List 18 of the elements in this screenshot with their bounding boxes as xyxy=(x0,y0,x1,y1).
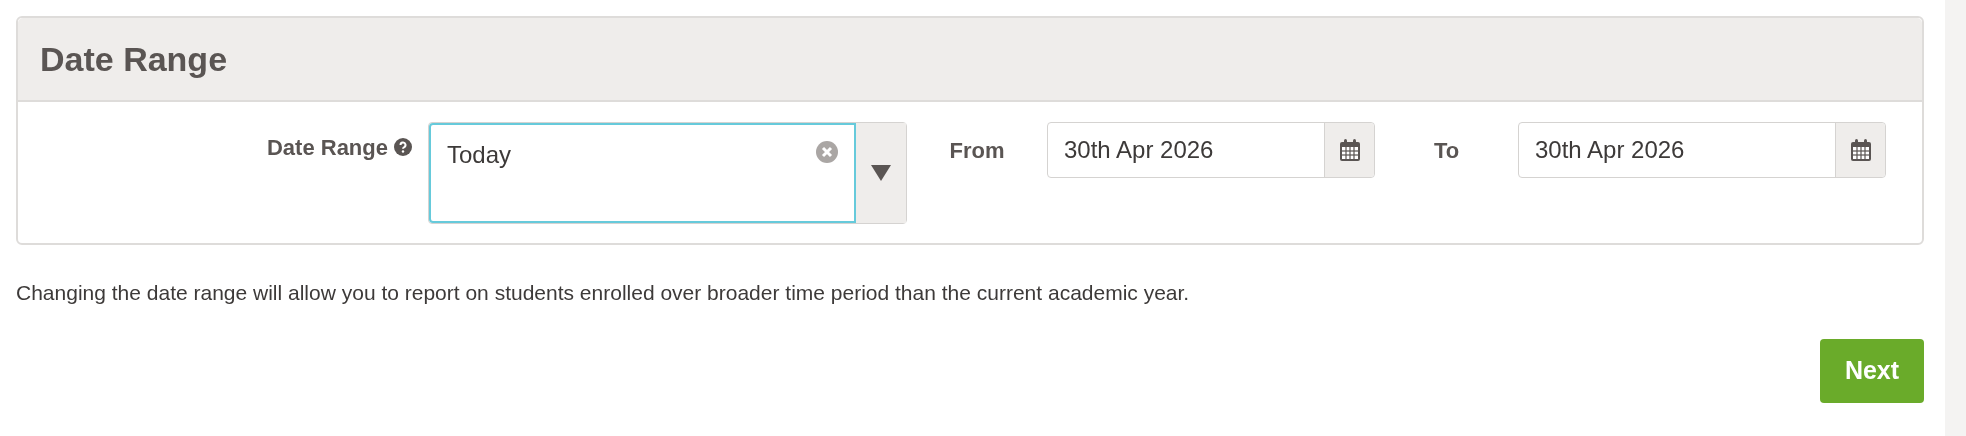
panel-title: Date Range xyxy=(40,38,228,80)
caret-icon xyxy=(871,165,891,181)
field-label: Date Range xyxy=(266,133,388,162)
dropdown-button[interactable] xyxy=(856,123,906,223)
help-text: Changing the date range will allow you to report on students enrolled over broader time period than the current academic year. xyxy=(16,280,1191,306)
help-icon xyxy=(394,138,412,156)
calendar-button[interactable] xyxy=(1324,123,1374,177)
calendar-icon xyxy=(1338,138,1361,162)
field-label: To xyxy=(1433,136,1460,165)
date-field[interactable]: 30th Apr 2026 xyxy=(1518,122,1886,178)
calendar-icon xyxy=(1849,138,1872,162)
date-range-select[interactable]: Today xyxy=(428,122,907,224)
calendar-button[interactable] xyxy=(1835,123,1885,177)
field-label: From xyxy=(949,136,1005,165)
select-value: Today xyxy=(447,140,512,170)
date-value: 30th Apr 2026 xyxy=(1534,135,1686,165)
date-value: 30th Apr 2026 xyxy=(1063,135,1215,165)
date-field[interactable]: 30th Apr 2026 xyxy=(1047,122,1375,178)
